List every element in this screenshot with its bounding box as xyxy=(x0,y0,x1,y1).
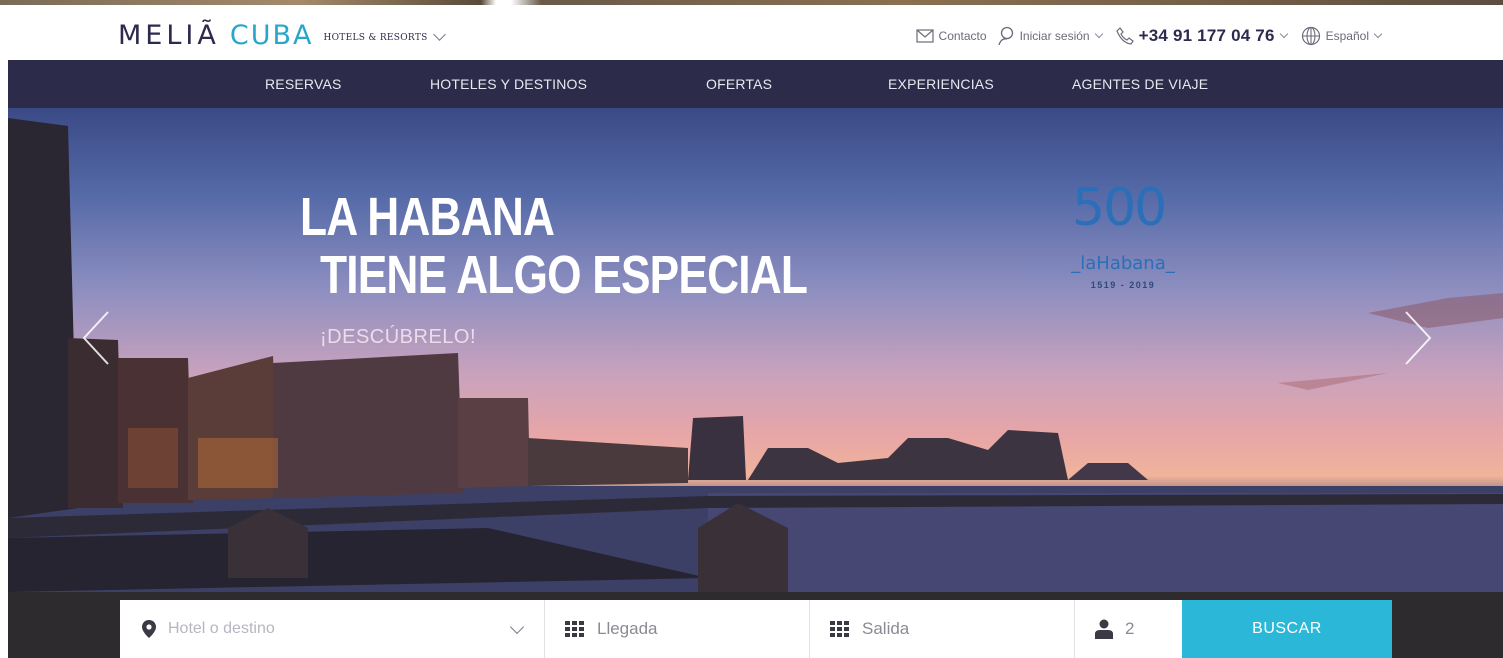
calendar-icon xyxy=(830,621,849,637)
arrival-label: Llegada xyxy=(597,619,658,638)
habana-500-badge: 500 _laHabana_ 1519 - 2019 xyxy=(1058,168,1188,298)
language-label: Español xyxy=(1325,29,1369,43)
logo-tagline: HOTELS & RESORTS xyxy=(323,33,428,43)
language-selector[interactable]: Español xyxy=(1301,26,1383,46)
hero-slider: LA HABANA TIENE ALGO ESPECIAL ¡DESCÚBREL… xyxy=(8,108,1503,592)
phone-icon xyxy=(1115,27,1134,45)
header-utility-links: Contacto Iniciar sesión +34 91 177 04 76 xyxy=(906,23,1383,49)
user-icon xyxy=(997,26,1013,46)
contact-link[interactable]: Contacto xyxy=(915,29,987,43)
contact-label: Contacto xyxy=(938,29,987,43)
arrival-date-field[interactable]: Llegada xyxy=(545,600,810,658)
nav-item-hoteles-destinos[interactable]: HOTELES Y DESTINOS xyxy=(430,60,587,108)
destination-field[interactable]: Hotel o destino xyxy=(120,600,545,658)
person-icon xyxy=(1095,619,1113,639)
departure-date-field[interactable]: Salida xyxy=(810,600,1075,658)
chevron-down-icon[interactable] xyxy=(432,28,446,41)
badge-number: 500 xyxy=(1072,178,1167,238)
booking-search-bar: Hotel o destino Llegada Salida 2 BUSCAR xyxy=(120,600,1392,658)
chevron-down-icon xyxy=(1094,29,1103,39)
hero-title-line1: LA HABANA xyxy=(300,187,555,247)
main-nav: RESERVAS HOTELES Y DESTINOS OFERTAS EXPE… xyxy=(8,60,1503,108)
hero-title-line2: TIENE ALGO ESPECIAL xyxy=(320,245,808,305)
departure-label: Salida xyxy=(862,619,910,638)
login-label: Iniciar sesión xyxy=(1019,29,1090,43)
hero-background-image xyxy=(8,118,1503,592)
nav-item-ofertas[interactable]: OFERTAS xyxy=(706,60,772,108)
site-header: MELIÃ CUBA HOTELS & RESORTS Contacto Ini… xyxy=(0,5,1503,60)
nav-item-experiencias[interactable]: EXPERIENCIAS xyxy=(888,60,994,108)
map-pin-icon xyxy=(142,620,156,638)
search-button[interactable]: BUSCAR xyxy=(1182,600,1392,658)
globe-icon xyxy=(1301,26,1320,46)
melia-cuba-logo[interactable]: MELIÃ CUBA HOTELS & RESORTS xyxy=(118,18,446,52)
badge-years: 1519 - 2019 xyxy=(1090,280,1156,290)
phone-link[interactable]: +34 91 177 04 76 xyxy=(1115,26,1288,46)
badge-city: _laHabana_ xyxy=(1071,253,1175,274)
guests-count: 2 xyxy=(1125,619,1135,638)
calendar-icon xyxy=(565,621,584,637)
logo-brand-cuba: CUBA xyxy=(229,20,314,51)
chevron-down-icon[interactable] xyxy=(509,619,525,635)
nav-item-reservas[interactable]: RESERVAS xyxy=(265,60,342,108)
chevron-left-icon[interactable] xyxy=(78,308,114,368)
envelope-icon xyxy=(915,29,934,43)
phone-number: +34 91 177 04 76 xyxy=(1138,26,1275,45)
destination-placeholder: Hotel o destino xyxy=(168,620,275,637)
login-link[interactable]: Iniciar sesión xyxy=(997,26,1103,46)
chevron-down-icon xyxy=(1373,29,1383,39)
hero-cta-text[interactable]: ¡DESCÚBRELO! xyxy=(320,326,476,349)
logo-brand: MELIÃ xyxy=(118,20,220,51)
nav-item-agentes-viaje[interactable]: AGENTES DE VIAJE xyxy=(1072,60,1208,108)
guests-field[interactable]: 2 xyxy=(1075,600,1182,658)
chevron-right-icon[interactable] xyxy=(1400,308,1436,368)
chevron-down-icon xyxy=(1279,29,1288,39)
